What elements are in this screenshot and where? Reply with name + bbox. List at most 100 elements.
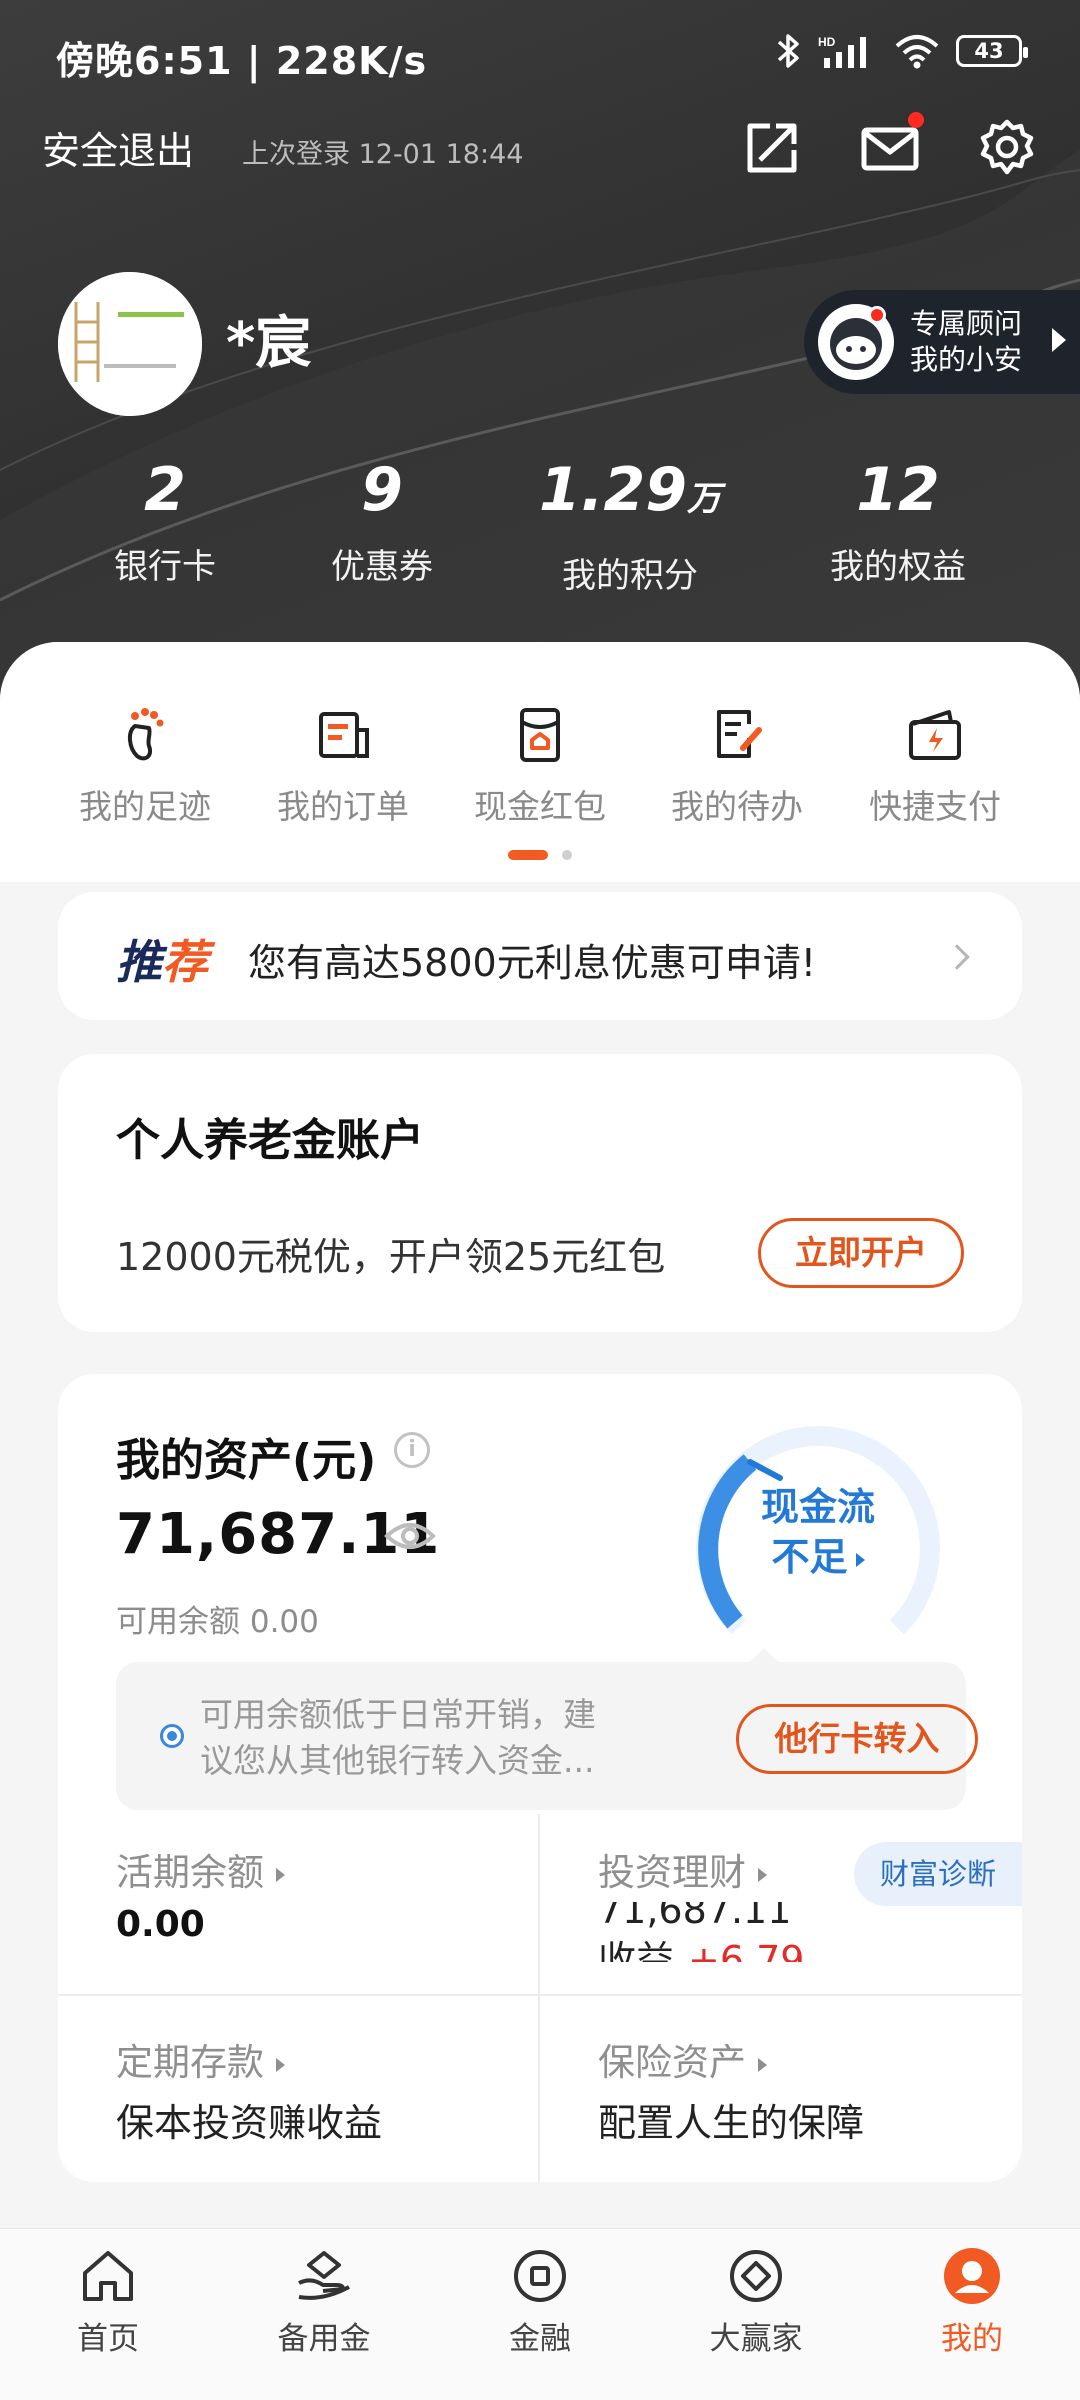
- available-balance: 可用余额 0.00: [116, 1604, 319, 1640]
- profile-stats: 2 银行卡 9 优惠券 1.29万 我的积分 12 我的权益: [0, 455, 1080, 597]
- status-bar: 傍晚6:51 | 228K/s HD 43: [0, 0, 1080, 110]
- tip-text: 可用余额低于日常开销，建议您从其他银行转入资金...: [200, 1695, 596, 1780]
- recommend-tag-part1: 推: [116, 935, 162, 989]
- advisor-line1: 专属顾问: [910, 307, 1023, 340]
- gear-icon: [980, 119, 1034, 175]
- stat-value: 2: [144, 455, 186, 525]
- stat-label: 银行卡: [114, 547, 216, 587]
- open-account-button[interactable]: 立即开户: [758, 1218, 964, 1288]
- info-icon[interactable]: i: [394, 1432, 430, 1468]
- tab-label: 大赢家: [709, 2321, 803, 2357]
- stat-unit: 万: [687, 479, 722, 519]
- stat-benefits[interactable]: 12 我的权益: [808, 455, 988, 588]
- shortcut-label: 现金红包: [474, 787, 606, 826]
- shortcut-red-envelope[interactable]: 现金红包: [455, 702, 625, 828]
- advisor-notification-dot: [868, 306, 886, 324]
- stat-coupons[interactable]: 9 优惠券: [312, 455, 452, 588]
- insurance-cell[interactable]: 保险资产 配置人生的保障: [540, 1996, 1022, 2182]
- cell-subtitle: 保本投资赚收益: [116, 2101, 383, 2145]
- shortcut-quick-pay[interactable]: 快捷支付: [850, 702, 1020, 828]
- shortcut-footprint[interactable]: 我的足迹: [60, 702, 230, 828]
- safe-logout-button[interactable]: 安全退出: [42, 120, 194, 175]
- home-icon: [83, 2251, 133, 2301]
- mine-page: 傍晚6:51 | 228K/s HD 43 安全退出 上次登录 12-01 18…: [0, 0, 1080, 2400]
- cell-title: 投资理财: [598, 1842, 767, 1896]
- cell-title: 活期余额: [116, 1842, 285, 1896]
- stat-label: 我的积分: [562, 556, 698, 596]
- reserve-fund-icon: [298, 2251, 350, 2300]
- message-button[interactable]: [858, 112, 924, 180]
- bluetooth-icon: [777, 34, 799, 68]
- profile-icon: [944, 2248, 1000, 2304]
- assets-card: 我的资产(元) i 71,687.11 可用余额 0.00 现金流 不足 可用余…: [58, 1374, 1022, 2182]
- tab-reserve-fund[interactable]: 备用金: [254, 2245, 394, 2358]
- fixed-deposit-cell[interactable]: 定期存款 保本投资赚收益: [58, 1996, 538, 2182]
- investment-amount: 71,687.11: [598, 1902, 792, 1932]
- cell-title: 定期存款: [116, 2032, 285, 2086]
- shortcut-todo[interactable]: 我的待办: [652, 702, 822, 828]
- todo-icon: [717, 710, 762, 758]
- recommend-tag: 推荐: [116, 926, 208, 992]
- signal-icon: HD: [818, 35, 866, 68]
- stat-points[interactable]: 1.29万 我的积分: [530, 455, 730, 597]
- advisor-label: 专属顾问 我的小安: [910, 306, 1022, 378]
- eye-icon[interactable]: [384, 1516, 436, 1556]
- advisor-entry[interactable]: 专属顾问 我的小安: [804, 290, 1080, 394]
- recommend-tag-part2: 荐: [162, 935, 208, 989]
- advisor-line2: 我的小安: [910, 343, 1023, 376]
- shortcut-label: 我的订单: [277, 787, 409, 826]
- winner-icon: [730, 2250, 782, 2302]
- last-login-text: 上次登录 12-01 18:44: [242, 139, 524, 170]
- finance-icon: [514, 2250, 566, 2302]
- shortcut-orders[interactable]: 我的订单: [258, 702, 428, 828]
- recommend-text: 您有高达5800元利息优惠可申请!: [248, 941, 816, 985]
- tab-label: 我的: [941, 2321, 1003, 2357]
- pager-dot-active: [508, 850, 548, 860]
- tab-home[interactable]: 首页: [38, 2245, 178, 2358]
- current-deposit-cell[interactable]: 活期余额 0.00: [58, 1814, 538, 1994]
- stat-bank-cards[interactable]: 2 银行卡: [95, 455, 235, 588]
- investment-earnings: 收益 +6.79: [598, 1938, 805, 1962]
- unread-dot: [908, 112, 924, 128]
- pager-dot: [562, 850, 572, 860]
- shortcut-label: 快捷支付: [869, 787, 1001, 826]
- transfer-in-button[interactable]: 他行卡转入: [736, 1704, 978, 1774]
- wifi-icon: [895, 35, 939, 69]
- pension-card: 个人养老金账户 12000元税优，开户领25元红包 立即开户: [58, 1054, 1022, 1332]
- stat-label: 优惠券: [331, 547, 433, 587]
- avatar[interactable]: [58, 272, 202, 416]
- gauge-line2: 不足: [698, 1532, 938, 1582]
- shortcut-label: 我的待办: [671, 787, 803, 826]
- status-time: 傍晚6:51 | 228K/s: [56, 39, 428, 83]
- profile-header: 傍晚6:51 | 228K/s HD 43 安全退出 上次登录 12-01 18…: [0, 0, 1080, 700]
- tab-label: 首页: [77, 2321, 139, 2357]
- low-balance-tip: 可用余额低于日常开销，建议您从其他银行转入资金... 他行卡转入: [116, 1662, 978, 1810]
- avatar-image: [58, 272, 202, 416]
- order-icon: [319, 712, 369, 758]
- svg-text:HD: HD: [818, 35, 836, 49]
- tab-finance[interactable]: 金融: [470, 2245, 610, 2358]
- cashflow-status-link[interactable]: 现金流 不足: [698, 1482, 938, 1582]
- cell-title: 保险资产: [598, 2032, 767, 2086]
- settings-button[interactable]: [975, 116, 1039, 180]
- share-button[interactable]: [740, 116, 804, 180]
- cell-subtitle: 配置人生的保障: [598, 2101, 865, 2145]
- user-name: *宸: [226, 311, 312, 376]
- tab-label: 备用金: [277, 2321, 371, 2357]
- current-balance-value: 0.00: [116, 1904, 205, 1945]
- wealth-diagnosis-button[interactable]: 财富诊断: [854, 1842, 1022, 1906]
- recommend-banner[interactable]: 推荐 您有高达5800元利息优惠可申请!: [58, 892, 1022, 1020]
- shortcut-bar: 我的足迹 我的订单 现金红包 我的待办 快捷支付: [0, 642, 1080, 882]
- tab-label: 金融: [509, 2321, 571, 2357]
- gauge-arrow-icon: [855, 1552, 865, 1567]
- battery-indicator: 43: [956, 35, 1028, 67]
- advisor-arrow-icon: [1052, 328, 1066, 352]
- investment-ticker: 71,687.11 收益 +6.79: [598, 1902, 898, 1962]
- tab-mine[interactable]: 我的: [902, 2245, 1042, 2358]
- stat-value: 1.29: [538, 455, 688, 525]
- tab-winner[interactable]: 大赢家: [686, 2245, 826, 2358]
- footprint-icon: [128, 708, 164, 761]
- stat-label: 我的权益: [830, 547, 966, 587]
- status-icons: HD 43: [776, 32, 1028, 70]
- share-icon: [747, 123, 797, 173]
